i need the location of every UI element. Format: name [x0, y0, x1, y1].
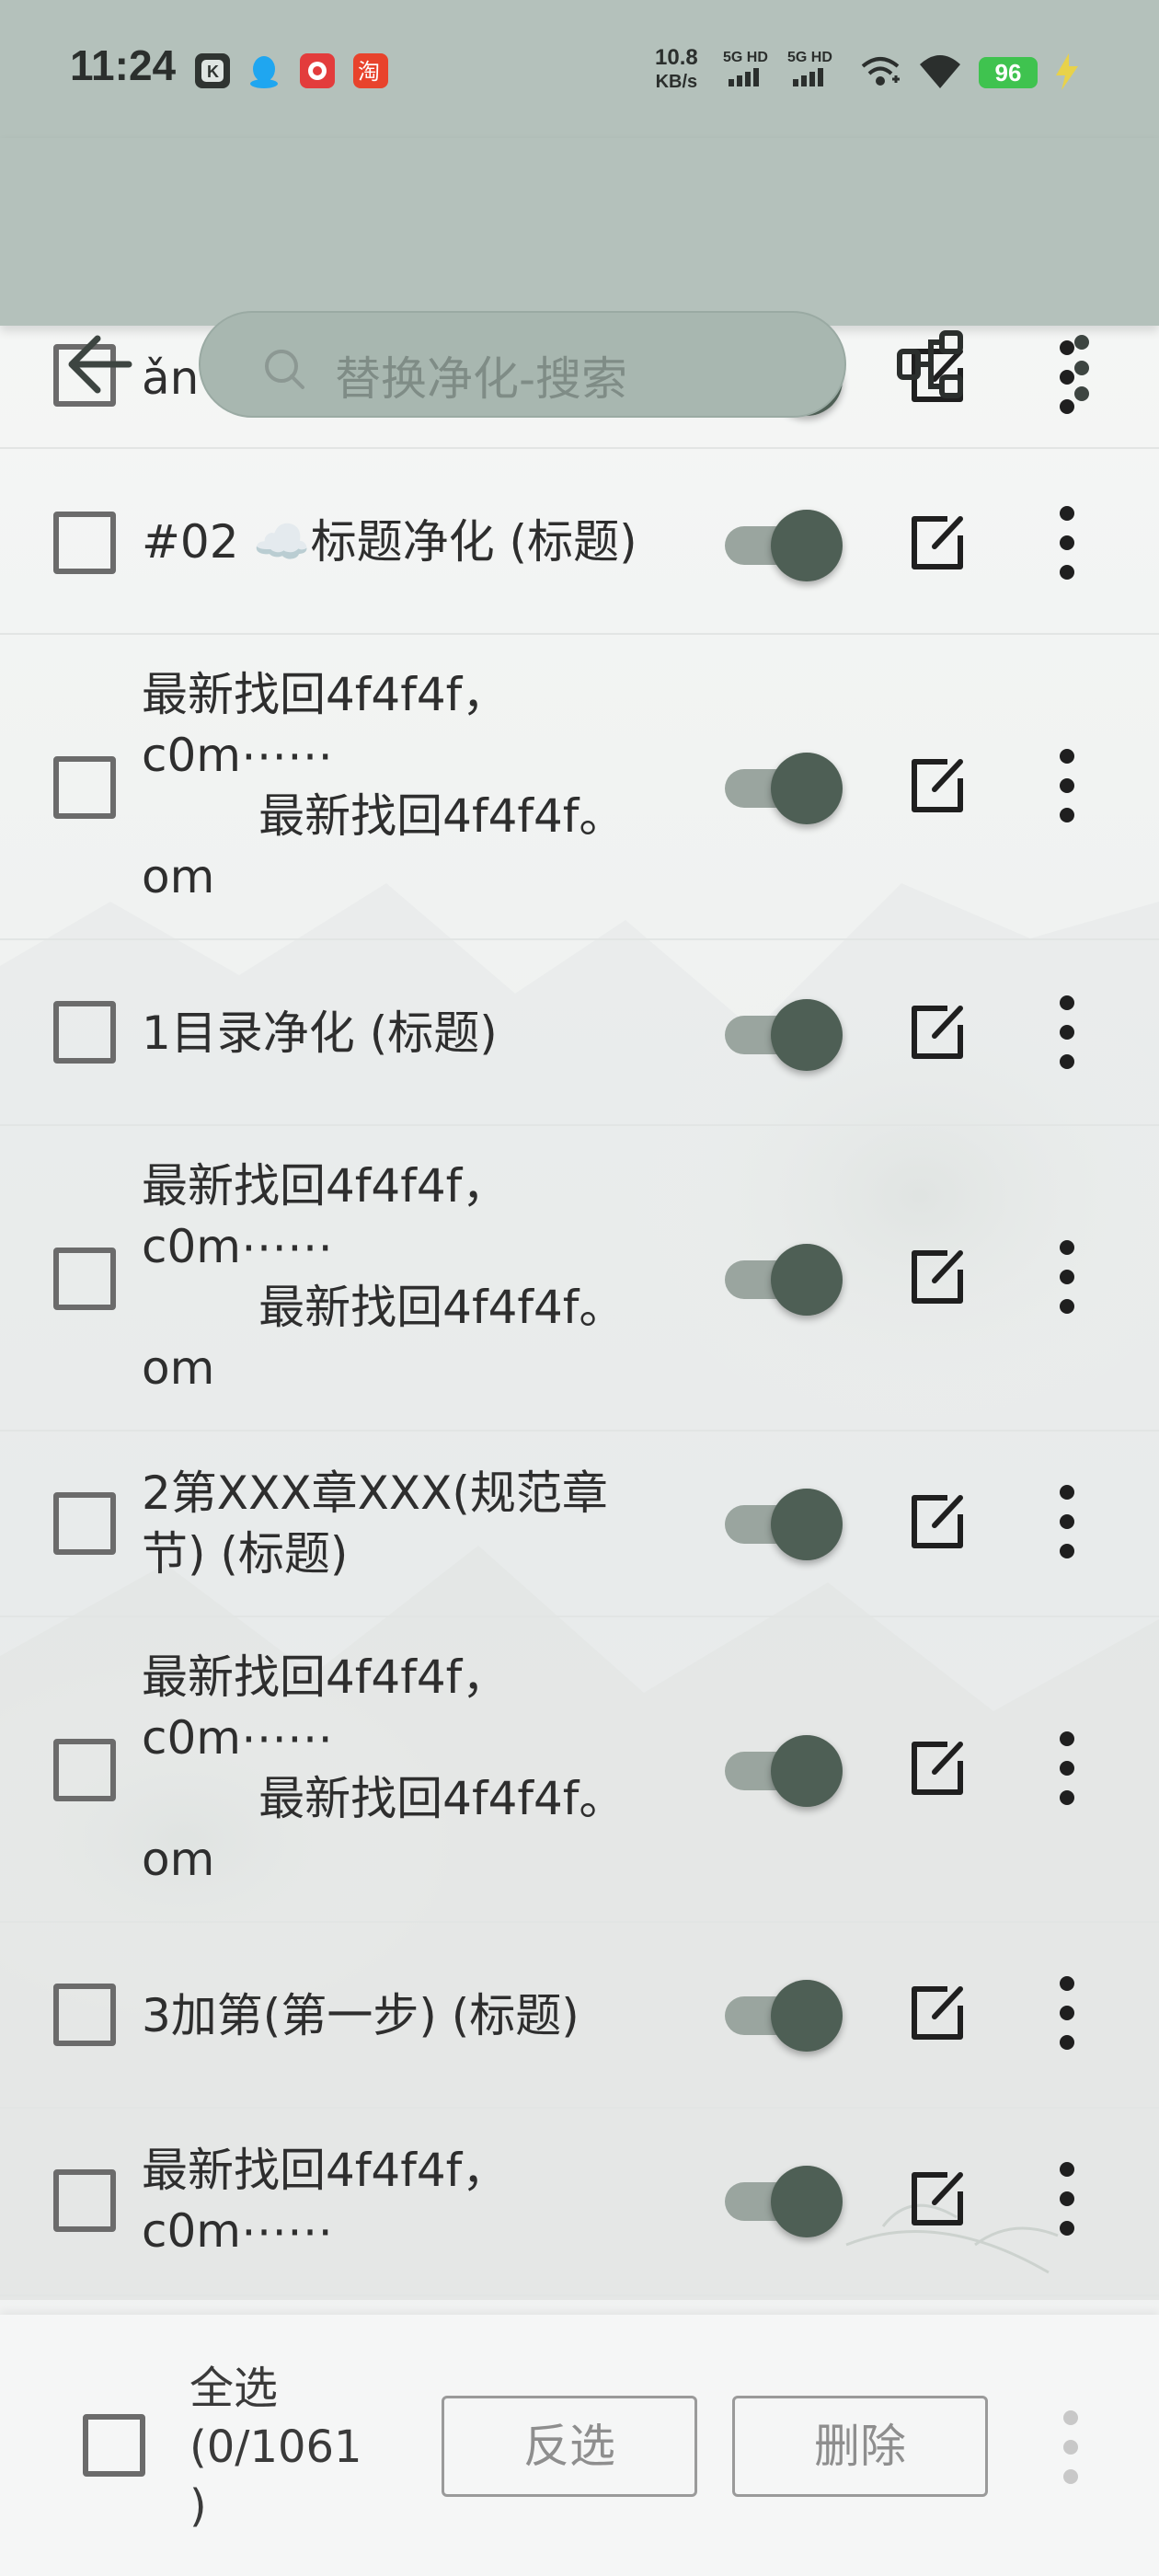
rule-checkbox[interactable]: [53, 1739, 116, 1801]
rule-row[interactable]: 1目录净化 (标题): [0, 940, 1159, 1126]
rule-more-icon[interactable]: [1049, 2158, 1085, 2241]
rule-enable-switch[interactable]: [725, 1735, 844, 1807]
rule-title: 最新找回4f4f4f， c0m⋯⋯: [142, 2144, 509, 2258]
network-speed: 10.8 KB/s: [655, 46, 698, 94]
select-all-checkbox[interactable]: [83, 2414, 145, 2477]
rule-checkbox[interactable]: [53, 1492, 116, 1555]
status-bar: 11:24 K 淘 10.8 KB/s 5G HD 5G HD 96: [0, 0, 1159, 138]
k-app-icon: K: [195, 53, 230, 88]
rule-checkbox[interactable]: [53, 1001, 116, 1064]
wifi-icon: [920, 55, 960, 88]
rule-row[interactable]: 最新找回4f4f4f， c0m⋯⋯ 最新找回4f4f4f。 om: [0, 1126, 1159, 1432]
svg-text:淘: 淘: [358, 59, 380, 85]
bottom-action-bar: 全选 (0/1061 ) 反选 删除: [0, 2315, 1159, 2576]
signal-2-label: 5G HD: [787, 50, 832, 65]
svg-text:K: K: [207, 63, 219, 81]
rule-row[interactable]: 最新找回4f4f4f， c0m⋯⋯ 最新找回4f4f4f。 om: [0, 1617, 1159, 1923]
rule-enable-switch[interactable]: [725, 999, 844, 1071]
rule-more-icon[interactable]: [1049, 992, 1085, 1075]
search-icon: [265, 350, 304, 389]
rule-enable-switch[interactable]: [725, 510, 844, 581]
rule-title: 3加第(第一步) (标题): [142, 1989, 580, 2042]
battery-indicator: 96: [979, 57, 1038, 88]
charging-icon: [1056, 53, 1078, 90]
signal-1-label: 5G HD: [723, 50, 768, 65]
select-all-label[interactable]: 全选 (0/1061 ): [189, 2359, 392, 2536]
bottom-more-icon[interactable]: [1052, 2407, 1089, 2490]
rule-row[interactable]: #02 ☁️标题净化 (标题): [0, 449, 1159, 635]
edit-icon[interactable]: [907, 513, 966, 572]
rule-title: 最新找回4f4f4f， c0m⋯⋯ 最新找回4f4f4f。 om: [142, 1159, 625, 1395]
search-placeholder: 替换净化-搜索: [335, 352, 628, 406]
rule-enable-switch[interactable]: [725, 1244, 844, 1316]
edit-icon[interactable]: [907, 1248, 966, 1306]
rule-more-icon[interactable]: [1049, 745, 1085, 828]
rule-row[interactable]: 2第XXX章XXX(规范章 节) (标题): [0, 1432, 1159, 1617]
signal-bars-icon: [729, 68, 759, 86]
search-field[interactable]: 替换净化-搜索: [199, 311, 846, 418]
status-time: 11:24: [70, 41, 177, 89]
edit-icon[interactable]: [907, 1003, 966, 1062]
rule-checkbox[interactable]: [53, 2169, 116, 2232]
rule-more-icon[interactable]: [1049, 502, 1085, 585]
hotspot-icon: [861, 57, 900, 86]
delete-button[interactable]: 删除: [732, 2396, 988, 2497]
edit-icon[interactable]: [907, 2169, 966, 2228]
signal-bars-icon: [793, 68, 823, 86]
rule-checkbox[interactable]: [53, 512, 116, 574]
edit-icon[interactable]: [907, 756, 966, 815]
rule-more-icon[interactable]: [1049, 1972, 1085, 2055]
edit-icon[interactable]: [907, 1984, 966, 2042]
edit-icon[interactable]: [907, 1739, 966, 1798]
rule-group-icon[interactable]: [894, 328, 968, 401]
taobao-icon: 淘: [353, 53, 388, 88]
rule-checkbox[interactable]: [53, 756, 116, 819]
rule-title: 最新找回4f4f4f， c0m⋯⋯ 最新找回4f4f4f。 om: [142, 668, 625, 903]
rule-enable-switch[interactable]: [725, 753, 844, 824]
rule-more-icon[interactable]: [1049, 1481, 1085, 1564]
rule-title: 1目录净化 (标题): [142, 1006, 498, 1060]
rule-more-icon[interactable]: [1049, 1236, 1085, 1319]
signal-2: 5G HD: [787, 50, 832, 91]
edit-icon[interactable]: [907, 1492, 966, 1551]
rule-checkbox[interactable]: [53, 1248, 116, 1310]
net-speed-unit: KB/s: [655, 72, 698, 92]
rule-row[interactable]: 最新找回4f4f4f， c0m⋯⋯ 最新找回4f4f4f。 om: [0, 635, 1159, 940]
net-speed-value: 10.8: [655, 45, 698, 70]
rule-enable-switch[interactable]: [725, 1980, 844, 2052]
signal-1: 5G HD: [723, 50, 768, 91]
more-vert-icon[interactable]: [1063, 331, 1100, 405]
rule-enable-switch[interactable]: [725, 1489, 844, 1560]
rule-enable-switch[interactable]: [725, 2166, 844, 2237]
weibo-icon: [300, 53, 335, 88]
rule-row[interactable]: 3加第(第一步) (标题): [0, 1923, 1159, 2109]
rule-title: 2第XXX章XXX(规范章 节) (标题): [142, 1466, 608, 1581]
rule-checkbox[interactable]: [53, 1984, 116, 2046]
rule-more-icon[interactable]: [1049, 1728, 1085, 1811]
app-toolbar: 替换净化-搜索: [0, 138, 1159, 418]
rule-title: #02 ☁️标题净化 (标题): [142, 515, 637, 569]
rule-title: 最新找回4f4f4f， c0m⋯⋯ 最新找回4f4f4f。 om: [142, 1650, 625, 1886]
invert-selection-button[interactable]: 反选: [442, 2396, 697, 2497]
qq-icon: [247, 53, 281, 88]
rule-row[interactable]: 最新找回4f4f4f， c0m⋯⋯: [0, 2109, 1159, 2296]
arrow-left-icon[interactable]: [64, 331, 138, 397]
